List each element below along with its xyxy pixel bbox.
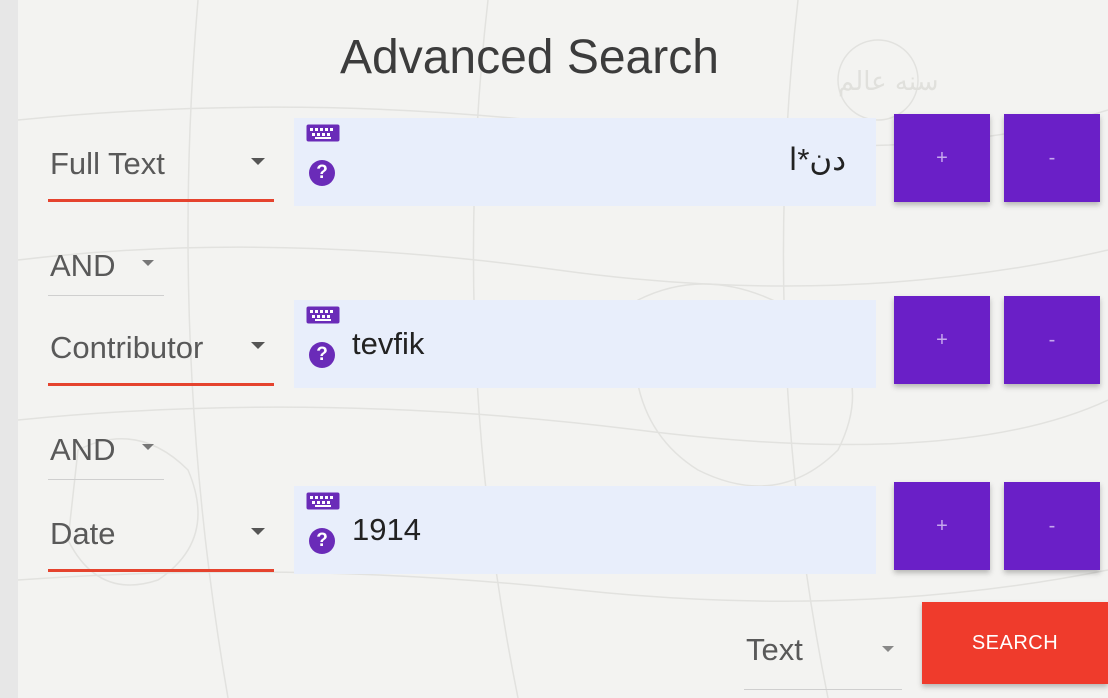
keyboard-icon[interactable] [306, 124, 340, 142]
add-row-button[interactable]: + [894, 114, 990, 202]
add-row-button[interactable]: + [894, 296, 990, 384]
question-icon[interactable]: ? [309, 528, 335, 554]
operator-select-2[interactable]: AND [48, 420, 164, 480]
remove-row-button[interactable]: - [1004, 296, 1100, 384]
search-input-row-1[interactable]: ? دن*ا [294, 118, 876, 206]
field-select-row-1[interactable]: Full Text [48, 118, 274, 202]
caret-down-icon [882, 646, 894, 652]
field-select-label: Contributor [50, 330, 204, 365]
operator-select-1[interactable]: AND [48, 236, 164, 296]
field-select-row-2[interactable]: Contributor [48, 302, 274, 386]
caret-down-icon [251, 342, 265, 349]
page-title: Advanced Search [340, 31, 719, 84]
result-format-select[interactable]: Text [744, 612, 902, 690]
keyboard-icon[interactable] [306, 306, 340, 324]
search-input-row-3[interactable]: ? 1914 [294, 486, 876, 574]
remove-row-button[interactable]: - [1004, 114, 1100, 202]
caret-down-icon [142, 444, 154, 450]
operator-label: AND [50, 248, 116, 283]
search-button[interactable]: SEARCH [922, 602, 1108, 684]
caret-down-icon [251, 528, 265, 535]
svg-text:سنه عالم: سنه عالم [838, 67, 939, 97]
search-value: tevfik [352, 326, 425, 361]
add-row-button[interactable]: + [894, 482, 990, 570]
question-icon[interactable]: ? [309, 160, 335, 186]
search-value: 1914 [352, 512, 421, 547]
question-icon[interactable]: ? [309, 342, 335, 368]
advanced-search-panel: سنه عالم Advanced Search Full Text ? دن*… [18, 0, 1108, 698]
search-input-row-2[interactable]: ? tevfik [294, 300, 876, 388]
caret-down-icon [142, 260, 154, 266]
format-label: Text [746, 632, 803, 667]
operator-label: AND [50, 432, 116, 467]
field-select-label: Date [50, 516, 116, 551]
caret-down-icon [251, 158, 265, 165]
search-value: دن*ا [788, 142, 846, 177]
remove-row-button[interactable]: - [1004, 482, 1100, 570]
field-select-row-3[interactable]: Date [48, 488, 274, 572]
field-select-label: Full Text [50, 146, 165, 181]
keyboard-icon[interactable] [306, 492, 340, 510]
